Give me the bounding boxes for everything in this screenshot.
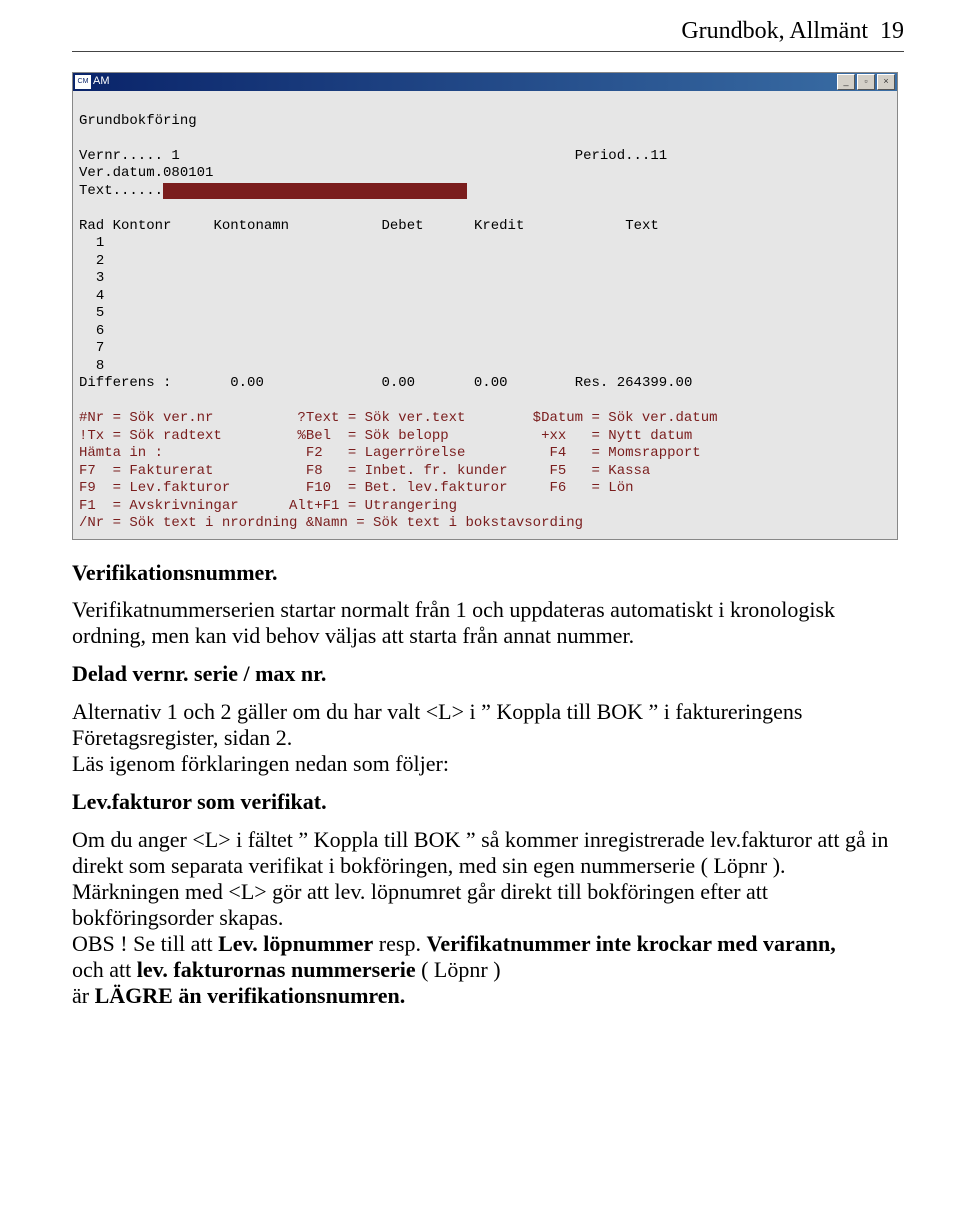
col-text: Text: [625, 218, 659, 234]
paragraph: ( Löpnr ): [416, 957, 501, 982]
col-rad: Rad: [79, 218, 104, 234]
paragraph: är: [72, 983, 95, 1008]
text-label: Text......: [79, 183, 163, 199]
text-input[interactable]: [163, 183, 467, 199]
paragraph: resp.: [373, 931, 426, 956]
row-num: 7: [96, 340, 104, 356]
period-label: Period...: [575, 148, 651, 164]
maximize-button[interactable]: ▫: [857, 74, 875, 90]
title-bar: CM AM _ ▫ ×: [73, 73, 897, 91]
col-kredit: Kredit: [474, 218, 524, 234]
row-num: 5: [96, 305, 104, 321]
terminal-window: CM AM _ ▫ × Grundbokföring Vernr..... 1 …: [72, 72, 898, 540]
window-title: AM: [93, 75, 110, 89]
paragraph: OBS ! Se till att: [72, 931, 218, 956]
bold-text: Verifikatnummer inte krockar med varann,: [426, 931, 835, 956]
paragraph: Läs igenom förklaringen nedan som följer…: [72, 751, 449, 776]
col-debet: Debet: [382, 218, 424, 234]
res-value: 264399.00: [617, 375, 693, 391]
app-icon: CM: [75, 75, 91, 89]
header-title: Grundbok, Allmänt: [681, 18, 868, 44]
bold-text: lev. fakturornas nummerserie: [137, 957, 416, 982]
section-heading: Delad vernr. serie / max nr.: [72, 661, 326, 686]
paragraph: Märkningen med <L> gör att lev. löpnumre…: [72, 879, 768, 930]
page-number: 19: [880, 18, 904, 44]
col-kontonamn: Kontonamn: [213, 218, 289, 234]
verdatum-label: Ver.datum.: [79, 165, 163, 181]
hint-line: /Nr = Sök text i nrordning &Namn = Sök t…: [79, 515, 583, 531]
row-num: 1: [96, 235, 104, 251]
diff-v3: 0.00: [474, 375, 508, 391]
row-num: 4: [96, 288, 104, 304]
hint-line: #Nr = Sök ver.nr ?Text = Sök ver.text $D…: [79, 410, 718, 426]
section-heading: Lev.fakturor som verifikat.: [72, 789, 327, 814]
paragraph: Verifikatnummerserien startar normalt fr…: [72, 597, 904, 649]
differens-label: Differens :: [79, 375, 171, 391]
paragraph: Om du anger <L> i fältet ” Koppla till B…: [72, 827, 888, 878]
hint-line: F9 = Lev.fakturor F10 = Bet. lev.fakturo…: [79, 480, 634, 496]
body-text: Verifikationsnummer. Verifikatnummerseri…: [72, 560, 904, 1009]
minimize-button[interactable]: _: [837, 74, 855, 90]
bold-text: LÄGRE än verifikationsnumren.: [95, 983, 406, 1008]
row-num: 2: [96, 253, 104, 269]
close-button[interactable]: ×: [877, 74, 895, 90]
hint-line: F7 = Fakturerat F8 = Inbet. fr. kunder F…: [79, 463, 650, 479]
page-header: Grundbok, Allmänt 19: [72, 18, 904, 52]
hint-line: Hämta in : F2 = Lagerrörelse F4 = Momsra…: [79, 445, 701, 461]
vernr-label: Vernr.....: [79, 148, 163, 164]
row-num: 3: [96, 270, 104, 286]
col-kontonr: Kontonr: [113, 218, 172, 234]
paragraph: Alternativ 1 och 2 gäller om du har valt…: [72, 699, 802, 750]
bold-text: Lev. löpnummer: [218, 931, 373, 956]
section-heading: Verifikationsnummer.: [72, 560, 278, 585]
paragraph: och att: [72, 957, 137, 982]
hint-line: !Tx = Sök radtext %Bel = Sök belopp +xx …: [79, 428, 692, 444]
screen-title: Grundbokföring: [79, 113, 197, 129]
hint-line: F1 = Avskrivningar Alt+F1 = Utrangering: [79, 498, 457, 514]
vernr-value: 1: [171, 148, 179, 164]
terminal-content: Grundbokföring Vernr..... 1 Period...11 …: [73, 91, 897, 539]
verdatum-value: 080101: [163, 165, 213, 181]
diff-v1: 0.00: [230, 375, 264, 391]
row-num: 6: [96, 323, 104, 339]
diff-v2: 0.00: [381, 375, 415, 391]
period-value: 11: [650, 148, 667, 164]
res-label: Res.: [575, 375, 609, 391]
row-num: 8: [96, 358, 104, 374]
